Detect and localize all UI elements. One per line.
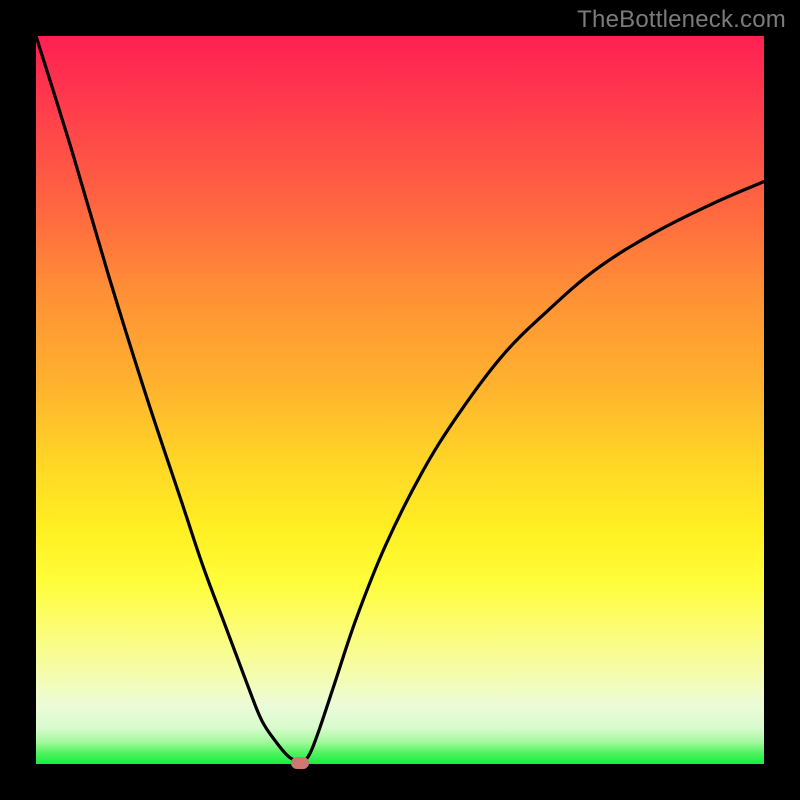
chart-plot-area: [36, 36, 764, 764]
curve-path: [36, 36, 764, 763]
bottleneck-curve: [36, 36, 764, 764]
watermark-text: TheBottleneck.com: [577, 6, 786, 34]
optimum-marker: [291, 757, 309, 769]
chart-frame: TheBottleneck.com: [0, 0, 800, 800]
